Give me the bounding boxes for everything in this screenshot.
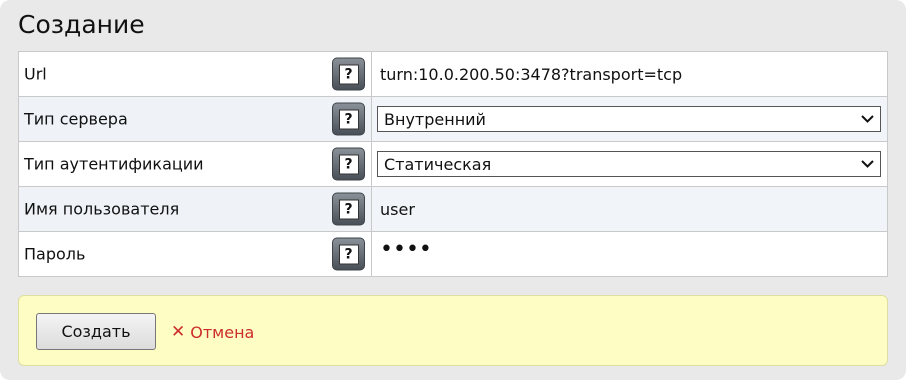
server-type-selected: Внутренний bbox=[384, 109, 486, 129]
auth-type-selected: Статическая bbox=[384, 154, 492, 174]
field-label-username: Имя пользователя bbox=[24, 199, 180, 219]
server-type-select[interactable]: Внутренний bbox=[377, 106, 881, 132]
question-mark-icon: ? bbox=[338, 199, 359, 219]
chevron-down-icon bbox=[860, 112, 874, 126]
help-button-password[interactable]: ? bbox=[332, 237, 365, 271]
question-mark-icon: ? bbox=[338, 109, 359, 129]
close-icon: ✕ bbox=[171, 322, 186, 342]
action-bar: Создать ✕ Отмена bbox=[18, 295, 888, 366]
help-button-server-type[interactable]: ? bbox=[332, 102, 365, 136]
password-value[interactable]: •••• bbox=[380, 237, 432, 262]
page-title: Создание bbox=[18, 10, 145, 39]
field-label-auth-type: Тип аутентификации bbox=[24, 154, 204, 174]
create-panel: Создание Url ? turn:10.0.200.50:3478?tra… bbox=[0, 0, 906, 380]
field-label-url: Url bbox=[24, 64, 47, 84]
form-row-auth-type: Тип аутентификации ? Статическая bbox=[18, 141, 888, 187]
field-label-server-type: Тип сервера bbox=[24, 109, 128, 129]
form-row-password: Пароль ? •••• bbox=[18, 231, 888, 277]
url-value[interactable]: turn:10.0.200.50:3478?transport=tcp bbox=[380, 65, 682, 84]
question-mark-icon: ? bbox=[338, 154, 359, 174]
create-button[interactable]: Создать bbox=[36, 313, 156, 350]
question-mark-icon: ? bbox=[338, 64, 359, 84]
chevron-down-icon bbox=[860, 157, 874, 171]
form-row-url: Url ? turn:10.0.200.50:3478?transport=tc… bbox=[18, 51, 888, 97]
help-button-username[interactable]: ? bbox=[332, 192, 365, 226]
form-row-username: Имя пользователя ? user bbox=[18, 186, 888, 232]
auth-type-select[interactable]: Статическая bbox=[377, 151, 881, 177]
username-value[interactable]: user bbox=[380, 200, 415, 219]
help-button-url[interactable]: ? bbox=[332, 57, 365, 91]
question-mark-icon: ? bbox=[338, 244, 359, 264]
settings-form: Url ? turn:10.0.200.50:3478?transport=tc… bbox=[18, 51, 888, 277]
field-label-password: Пароль bbox=[24, 244, 86, 264]
form-row-server-type: Тип сервера ? Внутренний bbox=[18, 96, 888, 142]
cancel-link[interactable]: ✕ Отмена bbox=[171, 322, 254, 342]
cancel-label: Отмена bbox=[190, 322, 255, 342]
help-button-auth-type[interactable]: ? bbox=[332, 147, 365, 181]
